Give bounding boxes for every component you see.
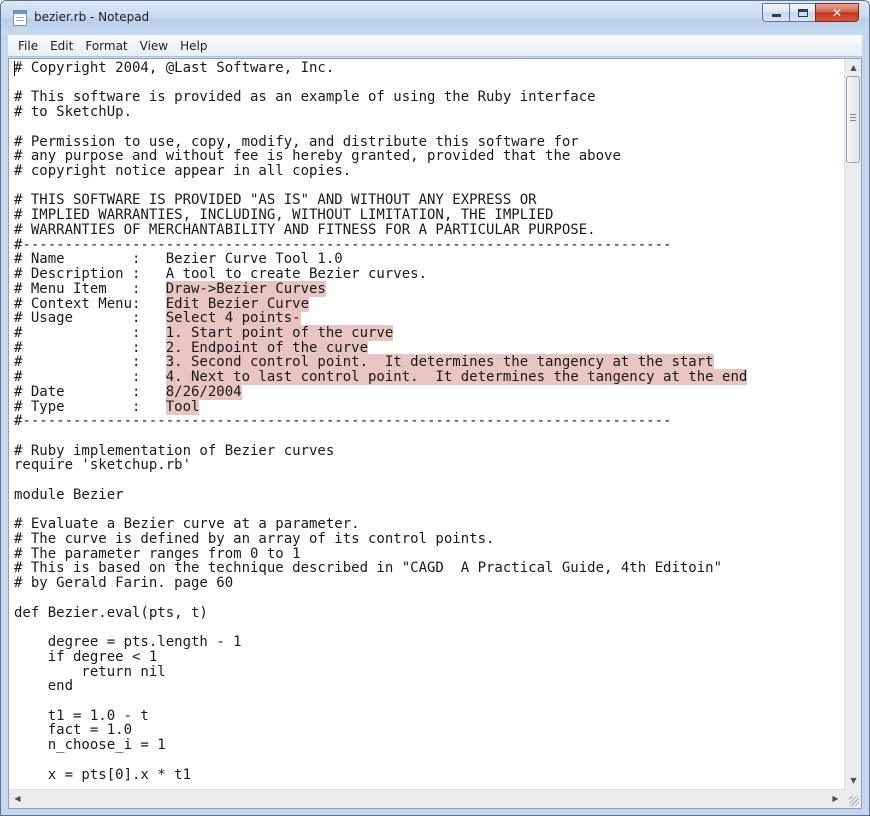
vertical-scroll-thumb[interactable]	[846, 76, 860, 163]
minimize-icon	[771, 14, 781, 17]
editor-line: def Bezier.eval(pts, t)	[14, 604, 208, 621]
resize-grip-icon	[849, 796, 859, 806]
line-prefix: # Date :	[14, 383, 166, 400]
close-button[interactable]: ✕	[815, 3, 859, 22]
scroll-down-arrow-icon[interactable]: ▼	[845, 772, 862, 789]
caption-buttons: ✕	[762, 3, 859, 23]
menu-bar: File Edit Format View Help	[8, 35, 862, 57]
title-bar[interactable]: bezier.rb - Notepad ✕	[1, 1, 869, 35]
line-prefix: # :	[14, 354, 166, 371]
highlighted-text: 2. Endpoint of the curve	[165, 339, 369, 356]
line-prefix: # :	[14, 369, 166, 386]
editor-line: module Bezier	[14, 486, 124, 503]
notepad-app-icon[interactable]	[13, 10, 27, 26]
thumb-grip-icon	[850, 114, 856, 121]
editor-line: # Copyright 2004, @Last Software, Inc.	[14, 60, 335, 76]
scroll-up-arrow-icon[interactable]: ▲	[845, 59, 862, 76]
editor-line: #---------------------------------------…	[14, 413, 672, 430]
menu-help[interactable]: Help	[174, 36, 213, 56]
maximize-icon	[797, 8, 808, 17]
highlighted-text: 4. Next to last control point. It determ…	[165, 369, 748, 386]
editor-line: end	[14, 678, 74, 695]
menu-file[interactable]: File	[8, 36, 44, 56]
line-prefix: # Usage :	[14, 310, 166, 327]
highlighted-text: Select 4 points-	[165, 310, 301, 327]
line-prefix: # :	[14, 339, 166, 356]
window-title: bezier.rb - Notepad	[34, 10, 150, 24]
editor-line: require 'sketchup.rb'	[14, 457, 192, 474]
line-prefix: # Menu Item :	[14, 280, 166, 297]
window-frame-bottom	[1, 809, 869, 815]
line-prefix: # Type :	[14, 398, 166, 415]
highlighted-text: 8/26/2004	[165, 383, 242, 400]
line-prefix: # :	[14, 324, 166, 341]
text-editor[interactable]: # Copyright 2004, @Last Software, Inc. # …	[9, 59, 844, 789]
editor-line: if degree < 1	[14, 648, 158, 665]
editor-line: # IMPLIED WARRANTIES, INCLUDING, WITHOUT…	[14, 207, 554, 224]
editor-line: degree = pts.length - 1	[14, 634, 242, 651]
menu-view[interactable]: View	[134, 36, 174, 56]
editor-line: n_choose_i = 1	[14, 737, 166, 754]
editor-line: # WARRANTIES OF MERCHANTABILITY AND FITN…	[14, 221, 596, 238]
client-area: # Copyright 2004, @Last Software, Inc. # …	[8, 58, 862, 809]
highlighted-text: Edit Bezier Curve	[165, 295, 310, 312]
highlighted-text: 3. Second control point. It determines t…	[165, 354, 714, 371]
line-prefix: # Context Menu:	[14, 295, 166, 312]
editor-line: # copyright notice appear in all copies.	[14, 163, 352, 180]
scroll-left-arrow-icon[interactable]: ◀	[9, 790, 26, 807]
maximize-button[interactable]	[789, 3, 815, 22]
editor-line: # by Gerald Farin. page 60	[14, 575, 234, 592]
horizontal-scrollbar[interactable]: ◀ ▶	[9, 789, 844, 808]
editor-line: # The curve is defined by an array of it…	[14, 531, 495, 548]
editor-line: # to SketchUp.	[14, 104, 133, 121]
editor-line: x = pts[0].x * t1	[14, 766, 192, 783]
highlighted-text: 1. Start point of the curve	[165, 324, 394, 341]
menu-edit[interactable]: Edit	[44, 36, 79, 56]
close-icon: ✕	[831, 5, 843, 20]
vertical-scrollbar[interactable]: ▲ ▼	[844, 59, 861, 789]
scroll-right-arrow-icon[interactable]: ▶	[827, 790, 844, 807]
highlighted-text: Draw->Bezier Curves	[165, 280, 326, 297]
highlighted-text: Tool	[165, 398, 200, 415]
size-grip[interactable]	[844, 789, 861, 808]
notepad-window: bezier.rb - Notepad ✕ File Edit Format V…	[0, 0, 870, 816]
minimize-button[interactable]	[762, 3, 789, 22]
menu-format[interactable]: Format	[79, 36, 133, 56]
